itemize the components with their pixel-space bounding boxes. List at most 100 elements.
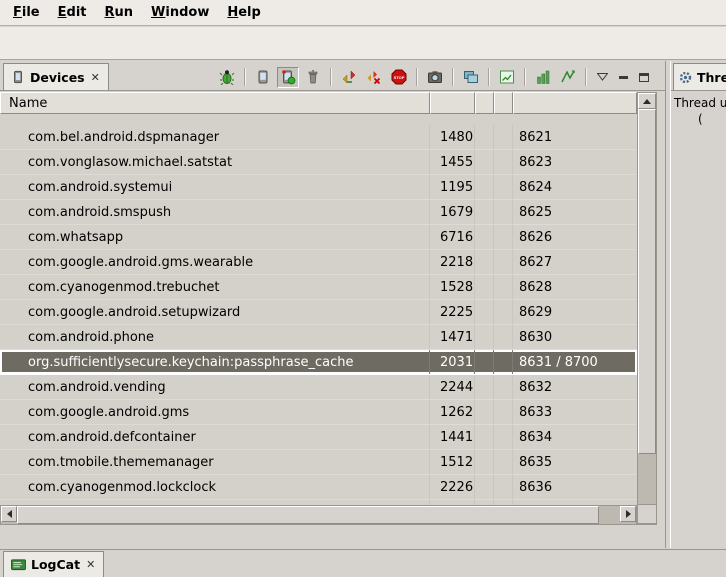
horizontal-scrollbar[interactable]	[0, 505, 637, 525]
close-icon[interactable]: ✕	[85, 558, 96, 571]
update-threads-icon[interactable]	[338, 67, 360, 88]
method-profiling-icon[interactable]	[363, 67, 385, 88]
blank-cell	[475, 275, 494, 299]
logcat-tab-label: LogCat	[31, 557, 80, 572]
logcat-tab-icon	[11, 558, 26, 571]
tab-logcat[interactable]: LogCat ✕	[3, 551, 104, 577]
pid-cell: 22440	[430, 375, 475, 399]
debug-process-icon[interactable]	[216, 67, 238, 88]
view-hierarchy-icon[interactable]	[460, 67, 482, 88]
horizontal-scroll-thumb[interactable]	[17, 506, 599, 524]
blank-cell	[475, 425, 494, 449]
threads-tab-label: Threads	[697, 70, 726, 85]
pid-cell: 1512	[430, 450, 475, 474]
device-row[interactable]: com.bel.android.dspmanager 1480 8621	[0, 125, 637, 150]
blank-cell	[494, 275, 513, 299]
device-row[interactable]: com.cyanogenmod.trebuchet 1528 8628	[0, 275, 637, 300]
update-heap-icon[interactable]	[252, 67, 274, 88]
device-row[interactable]: com.whatsapp 6716 8626	[0, 225, 637, 250]
tab-threads[interactable]: Threads	[673, 63, 726, 90]
blank-cell	[475, 375, 494, 399]
blank-cell	[494, 450, 513, 474]
device-row[interactable]: com.android.defcontainer 14411 8634	[0, 425, 637, 450]
process-name-cell: com.google.android.setupwizard	[0, 300, 430, 324]
close-icon[interactable]: ✕	[90, 71, 101, 84]
toolbar-strip	[0, 27, 726, 60]
scroll-up-button[interactable]	[638, 93, 656, 109]
blank-cell	[494, 400, 513, 424]
blank-cell	[475, 450, 494, 474]
menu-window[interactable]: Window	[142, 2, 218, 23]
menu-file[interactable]: File	[4, 2, 49, 23]
toolbar-separator	[585, 68, 587, 86]
port-cell: 8627	[513, 250, 637, 274]
blank-cell	[494, 325, 513, 349]
scroll-right-button[interactable]	[620, 506, 636, 522]
pid-cell: 1195	[430, 175, 475, 199]
device-row[interactable]: com.android.vending 22440 8632	[0, 375, 637, 400]
scrollbar-corner	[637, 504, 657, 524]
screen-capture-icon[interactable]	[424, 67, 446, 88]
blank-cell	[494, 250, 513, 274]
bottom-bar: LogCat ✕	[0, 549, 726, 577]
column-header-blank2[interactable]	[494, 92, 513, 114]
devices-toolbar: STOP	[216, 65, 653, 89]
cause-gc-icon[interactable]	[302, 67, 324, 88]
device-row[interactable]: com.android.phone 1471 8630	[0, 325, 637, 350]
maximize-icon[interactable]	[635, 68, 653, 86]
device-row[interactable]: com.android.systemui 1195 8624	[0, 175, 637, 200]
port-cell: 8634	[513, 425, 637, 449]
process-name-cell: com.bel.android.dspmanager	[0, 125, 430, 149]
pid-cell: 22250	[430, 300, 475, 324]
process-name-cell: com.cyanogenmod.lockclock	[0, 475, 430, 499]
column-header-blank1[interactable]	[475, 92, 494, 114]
device-row[interactable]: org.sufficientlysecure.keychain:passphra…	[0, 350, 637, 375]
port-cell: 8626	[513, 225, 637, 249]
vertical-scroll-thumb[interactable]	[638, 109, 656, 454]
process-name-cell: com.android.defcontainer	[0, 425, 430, 449]
threads-panel-header: Threads	[671, 61, 726, 91]
menu-run[interactable]: Run	[96, 2, 143, 23]
column-header-name[interactable]: Name	[0, 92, 430, 114]
devices-panel: Devices ✕	[0, 61, 666, 548]
port-cell: 8629	[513, 300, 637, 324]
menu-edit[interactable]: Edit	[49, 2, 96, 23]
toolbar-separator	[452, 68, 454, 86]
device-row[interactable]: com.google.android.gms 12623 8633	[0, 400, 637, 425]
device-row[interactable]: com.vonglasow.michael.satstat 14553 8623	[0, 150, 637, 175]
device-row[interactable]: com.google.android.gms.wearable 22185 86…	[0, 250, 637, 275]
device-row[interactable]: com.android.smspush 1679 8625	[0, 200, 637, 225]
scroll-left-button[interactable]	[1, 506, 17, 522]
blank-cell	[475, 350, 494, 374]
toolbar-separator	[244, 68, 246, 86]
port-cell: 8631 / 8700	[513, 350, 637, 374]
column-header-port[interactable]	[513, 92, 637, 114]
port-cell: 8624	[513, 175, 637, 199]
toolbar-separator	[524, 68, 526, 86]
minimize-icon[interactable]	[614, 68, 632, 86]
column-header-pid[interactable]	[430, 92, 475, 114]
menu-help[interactable]: Help	[218, 2, 269, 23]
process-name-cell: com.tmobile.thememanager	[0, 450, 430, 474]
toolbar-separator	[416, 68, 418, 86]
blank-cell	[494, 225, 513, 249]
device-rows: com.bel.android.dspmanager 1480 8621 com…	[0, 114, 637, 525]
system-info-icon[interactable]	[496, 67, 518, 88]
process-name-cell: com.android.vending	[0, 375, 430, 399]
dump-hprof-icon[interactable]	[277, 67, 299, 88]
device-row[interactable]: com.tmobile.thememanager 1512 8635	[0, 450, 637, 475]
vertical-scrollbar[interactable]	[637, 92, 657, 525]
blank-cell	[494, 375, 513, 399]
heap-columns-icon[interactable]	[532, 67, 554, 88]
tab-devices[interactable]: Devices ✕	[3, 63, 109, 90]
toolbar-separator	[488, 68, 490, 86]
view-menu-icon[interactable]	[593, 68, 611, 86]
port-cell: 8623	[513, 150, 637, 174]
blank-cell	[494, 150, 513, 174]
allocation-tracker-icon[interactable]	[557, 67, 579, 88]
device-row[interactable]: com.cyanogenmod.lockclock 22265 8636	[0, 475, 637, 500]
stop-process-icon[interactable]: STOP	[388, 67, 410, 88]
process-name-cell: com.android.phone	[0, 325, 430, 349]
port-cell: 8628	[513, 275, 637, 299]
device-row[interactable]: com.google.android.setupwizard 22250 862…	[0, 300, 637, 325]
